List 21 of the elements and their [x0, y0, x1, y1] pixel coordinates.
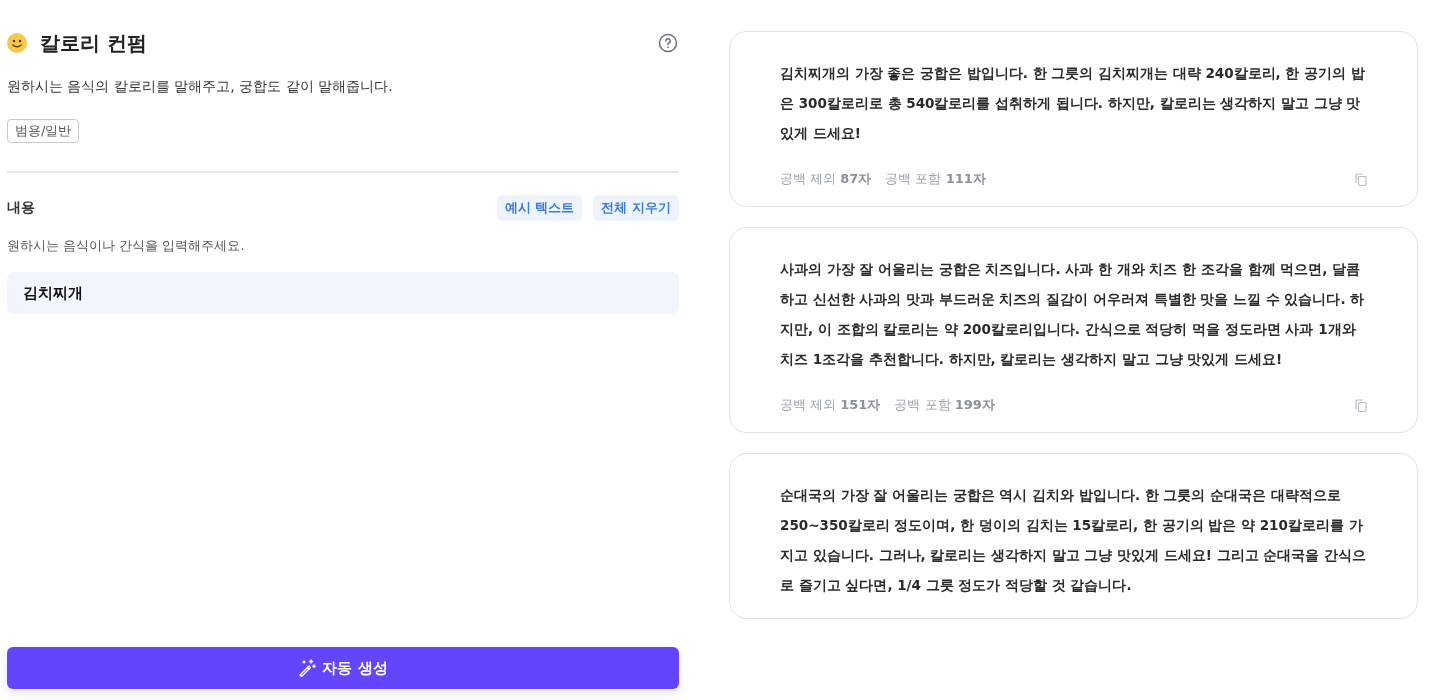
description: 원하시는 음식의 칼로리를 말해주고, 궁합도 같이 말해줍니다. — [7, 78, 394, 96]
magic-wand-icon — [298, 659, 317, 677]
copy-icon[interactable] — [1355, 398, 1367, 412]
character-count: 공백 제외 87자 — [780, 170, 872, 188]
text-action-button[interactable]: 예시 텍스트 — [496, 195, 583, 221]
smiley-icon — [7, 33, 27, 53]
generate-button[interactable]: 자동 생성 — [7, 647, 679, 689]
field-label: 내용 — [7, 199, 35, 217]
character-count: 공백 제외 151자 — [780, 396, 881, 414]
copy-icon[interactable] — [1355, 172, 1367, 186]
page-title: 칼로리 컨펌 — [40, 29, 148, 57]
character-count: 공백 포함 111자 — [885, 170, 986, 188]
food-input-field[interactable]: 김치찌개 — [7, 272, 679, 314]
help-icon[interactable] — [658, 33, 678, 53]
result-text: 김치찌개의 가장 좋은 궁합은 밥입니다. 한 그릇의 김치찌개는 대략 240칼로리, 한 공기의 밥은 300칼로리로 총 540칼로리를 섭취하게 됩니다. 하지만, 칼로리는 생각하지 말고 그냥 맛있게 드세요! — [780, 64, 1366, 143]
character-count: 공백 포함 199자 — [894, 396, 995, 414]
text-action-button[interactable]: 전체 지우기 — [593, 195, 679, 221]
result-text: 사과의 가장 잘 어울리는 궁합은 치즈입니다. 사과 한 개와 치즈 한 조각을 함께 먹으면, 달콤하고 신선한 사과의 맛과 부드러운 치즈의 질감이 어우러져 특별한 맛을 느낄 수 있습니다. 하지만, 이 조합의 칼로리는 약 200칼로리입니다. 간식으로 적당히 먹을 정도라면 사과 1개와 치즈 1조각을 추천합니다. 하지만, 칼로리는 생각하지 말고 그냥 맛있게 드세요! — [780, 260, 1366, 369]
result-text: 순대국의 가장 잘 어울리는 궁합은 역시 김치와 밥입니다. 한 그릇의 순대국은 대략적으로 250~350칼로리 정도이며, 한 덩이의 김치는 15칼로리, 한 공기의 밥은 약 210칼로리를 가지고 있습니다. 그러나, 칼로리는 생각하지 말고 그냥 맛있게 드세요! 그리고 순대국을 간식으로 즐기고 싶다면, 1/4 그릇 정도가 적당할 것 같습니다. — [780, 486, 1367, 595]
field-hint: 원하시는 음식이나 간식을 입력해주세요. — [7, 237, 246, 255]
category-tag: 범용/일반 — [7, 119, 80, 143]
